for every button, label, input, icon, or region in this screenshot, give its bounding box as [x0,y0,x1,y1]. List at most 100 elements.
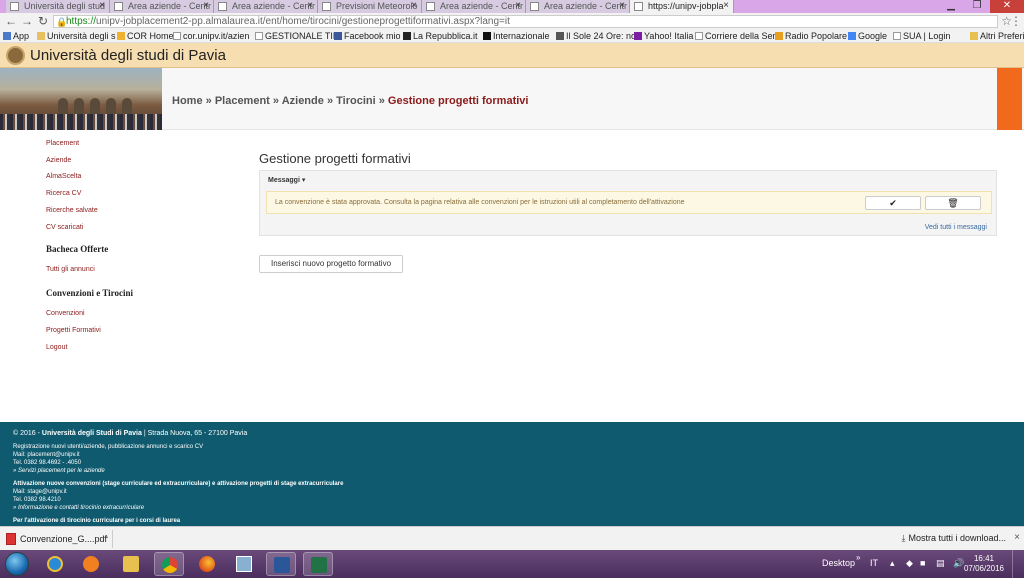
sidebar-item-progetti-formativi[interactable]: Progetti Formativi [46,327,101,334]
language-indicator[interactable]: IT [870,558,878,568]
volume-icon[interactable]: 🔊 [953,558,964,569]
forward-arrow-icon[interactable]: → [20,14,34,28]
url-field[interactable]: 🔒 https://unipv-jobplacement2-pp.almalaur… [53,15,998,28]
bookmark-item[interactable]: Corriere della Ser [695,31,776,41]
sidebar-item-placement[interactable]: Placement [46,140,79,147]
restore-icon[interactable]: ❐ [964,0,990,13]
confirm-button[interactable]: ✔ [865,196,921,210]
taskbar-chrome[interactable] [154,552,184,576]
delete-button[interactable]: 🗑 [925,196,981,210]
browser-tab[interactable]: Area aziende - Centr × [526,0,630,13]
taskbar-excel[interactable] [303,552,333,576]
bookmark-item[interactable]: COR Home [117,31,174,41]
tray-app-icon[interactable]: ■ [920,558,925,568]
breadcrumb-aziende[interactable]: Aziende [282,95,324,107]
sidebar-item-almascelta[interactable]: AlmaScelta [46,173,81,180]
close-download-bar-icon[interactable]: × [1014,532,1020,543]
bookmark-item[interactable]: Facebook mio [334,31,401,41]
bookmark-folder[interactable]: Altri Preferiti [970,31,1024,41]
taskbar-explorer[interactable] [116,552,146,576]
close-tab-icon[interactable]: × [723,0,729,11]
sidebar-item-cv-scaricati[interactable]: CV scaricati [46,224,83,231]
browser-tab[interactable]: Area aziende - Centr × [422,0,526,13]
footer-b1-link[interactable]: » Servizi placement per le aziende [13,468,105,474]
download-item[interactable]: Convenzione_G....pdf ^ [3,530,113,548]
new-project-button[interactable]: Inserisci nuovo progetto formativo [259,255,403,273]
footer-b1-mail[interactable]: Mail: placement@unipv.it [13,452,80,458]
sole24ore-icon [556,32,564,40]
taskbar-media-player[interactable] [76,552,106,576]
tray-expand-icon[interactable]: ▴ [890,558,895,569]
bookmark-apps[interactable]: App [3,31,29,41]
close-window-icon[interactable]: ✕ [990,0,1024,13]
back-arrow-icon[interactable]: ← [4,14,18,28]
network-icon[interactable]: ▤ [936,558,945,569]
sidebar-item-convenzioni[interactable]: Convenzioni [46,310,85,317]
taskbar-firefox[interactable] [192,552,222,576]
site-title[interactable]: Università degli studi di Pavia [30,47,226,64]
close-tab-icon[interactable]: × [411,0,417,11]
bookmark-item[interactable]: Università degli s [37,31,116,41]
bookmark-item[interactable]: Internazionale [483,31,550,41]
university-seal-icon[interactable] [6,46,25,65]
browser-menu-icon[interactable]: ⋮ [1010,14,1022,28]
media-player-icon [83,556,99,572]
close-tab-icon[interactable]: × [515,0,521,11]
trash-icon: 🗑 [947,198,959,208]
messages-dropdown[interactable]: Messaggi ▾ [268,176,305,184]
bookmark-item[interactable]: La Repubblica.it [403,31,478,41]
browser-tab-active[interactable]: https://unipv-jobpla × [630,0,734,13]
repubblica-icon [403,32,411,40]
browser-tab[interactable]: Previsioni Meteorolo × [318,0,422,13]
browser-tab[interactable]: Università degli stud × [6,0,110,13]
sidebar-item-ricerche-salvate[interactable]: Ricerche salvate [46,207,98,214]
bookmark-item[interactable]: SUA | Login [893,31,950,41]
footer-b2-mail[interactable]: Mail: stage@unipv.it [13,489,67,495]
favicon-icon [426,2,435,11]
bookmark-item[interactable]: cor.unipv.it/azien [173,31,249,41]
apps-grid-icon [3,32,11,40]
tray-app-icon[interactable]: ◆ [906,558,913,569]
reload-icon[interactable]: ↻ [36,14,50,28]
taskbar-ie[interactable] [40,552,70,576]
bookmark-item[interactable]: Il Sole 24 Ore: no [556,31,636,41]
internet-explorer-icon [47,556,63,572]
browser-tab[interactable]: Area aziende - Centr × [110,0,214,13]
minimize-icon[interactable]: ▁ [938,0,964,13]
pdf-file-icon [6,533,16,545]
sidebar-item-aziende[interactable]: Aziende [46,157,71,164]
sidebar-item-ricerca-cv[interactable]: Ricerca CV [46,190,81,197]
alert-text: La convenzione è stata approvata. Consul… [275,199,685,206]
taskbar-photos[interactable] [229,552,259,576]
bookmark-item[interactable]: Google [848,31,887,41]
footer-b1-title: Registrazione nuovi utenti/aziende, pubb… [13,444,204,450]
browser-tab[interactable]: Area aziende - Centr × [214,0,318,13]
sidebar-item-tutti-annunci[interactable]: Tutti gli annunci [46,266,95,273]
breadcrumb-home[interactable]: Home [172,95,203,107]
bookmark-item[interactable]: Radio Popolare [775,31,847,41]
toolbar-expand-icon[interactable]: » [856,553,860,562]
sidebar-item-logout[interactable]: Logout [46,344,67,351]
show-all-downloads-link[interactable]: ⤓ Mostra tutti i download... [901,533,1006,544]
footer-b2-link[interactable]: » Informazione e contatti tirocinio extr… [13,505,144,511]
close-tab-icon[interactable]: × [203,0,209,11]
taskbar-word[interactable] [266,552,296,576]
show-desktop-button[interactable] [1012,550,1024,578]
breadcrumb-placement[interactable]: Placement [215,95,270,107]
download-bar: Convenzione_G....pdf ^ ⤓ Mostra tutti i d… [0,526,1024,550]
desktop-toolbar[interactable]: Desktop [822,558,855,568]
close-tab-icon[interactable]: × [619,0,625,11]
close-tab-icon[interactable]: × [99,0,105,11]
bookmark-item[interactable]: Yahoo! Italia [634,31,693,41]
bookmarks-bar: App Università degli s COR Home cor.unip… [0,30,1024,43]
internazionale-icon [483,32,491,40]
clock[interactable]: 16:41 07/06/2016 [964,554,1004,574]
start-button[interactable] [5,552,29,576]
bookmark-item[interactable]: GESTIONALE TIR [255,31,339,41]
footer-copyright: © 2016 - Università degli Studi di Pavia… [13,430,248,437]
chevron-up-icon[interactable]: ^ [104,530,108,548]
window-controls: ▁ ❐ ✕ [938,0,1024,13]
close-tab-icon[interactable]: × [307,0,313,11]
see-all-messages-link[interactable]: Vedi tutti i messaggi [925,224,987,231]
breadcrumb-tirocini[interactable]: Tirocini [336,95,376,107]
